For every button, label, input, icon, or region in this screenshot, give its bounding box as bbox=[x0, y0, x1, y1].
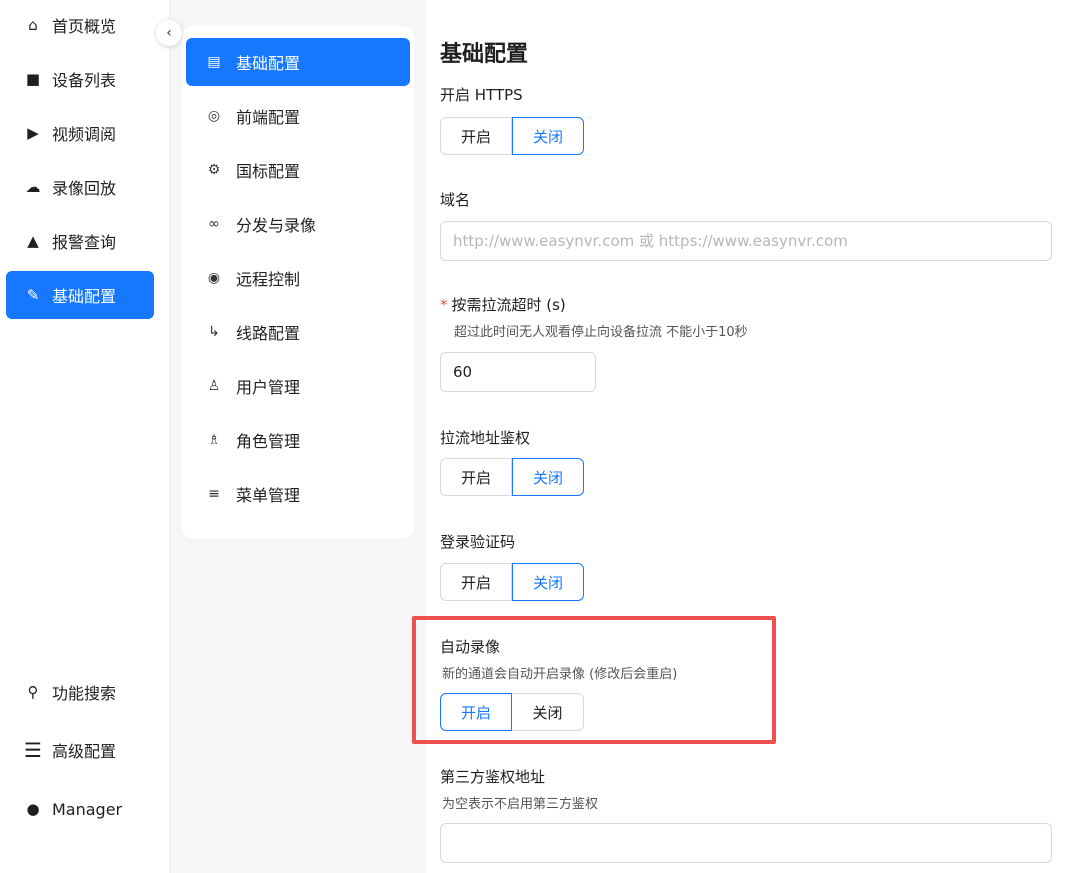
role-icon: ♗ bbox=[207, 432, 221, 448]
submenu-item-users[interactable]: ♙ 用户管理 bbox=[186, 362, 410, 410]
sidebar-item-devices[interactable]: ■ 设备列表 bbox=[6, 55, 154, 103]
auto-record-on-option[interactable]: 开启 bbox=[440, 693, 512, 731]
submenu-item-roles[interactable]: ♗ 角色管理 bbox=[186, 416, 410, 464]
sidebar-item-label: 报警查询 bbox=[52, 233, 117, 252]
timeout-description: 超过此时间无人观看停止向设备拉流 不能小于10秒 bbox=[454, 325, 748, 340]
users-icon: ♙ bbox=[207, 378, 221, 394]
submenu-item-basic[interactable]: ▤ 基础配置 bbox=[186, 38, 410, 86]
sidebar-item-video[interactable]: ▶ 视频调阅 bbox=[6, 109, 154, 157]
sidebar-item-basic-config[interactable]: ✎ 基础配置 bbox=[6, 271, 154, 319]
sidebar-item-label: Manager bbox=[52, 799, 123, 819]
submenu-item-label: 基础配置 bbox=[236, 54, 301, 73]
submenu-item-label: 用户管理 bbox=[236, 378, 301, 397]
document-icon: ▤ bbox=[207, 54, 221, 70]
pull-auth-label: 拉流地址鉴权 bbox=[440, 429, 531, 447]
sidebar-item-search[interactable]: ⚲ 功能搜索 bbox=[6, 668, 154, 716]
sidebar-item-user[interactable]: ● Manager bbox=[6, 785, 154, 833]
alarm-icon: ▲ bbox=[27, 232, 39, 250]
sidebar-item-label: 首页概览 bbox=[52, 17, 117, 36]
user-icon: ● bbox=[26, 800, 40, 818]
gear-icon: ⚙ bbox=[207, 162, 221, 178]
submenu-item-label: 前端配置 bbox=[236, 108, 301, 127]
third-auth-input[interactable] bbox=[440, 823, 1052, 863]
submenu-item-gb[interactable]: ⚙ 国标配置 bbox=[186, 146, 410, 194]
domain-input[interactable] bbox=[440, 221, 1052, 261]
share-icon: ∞ bbox=[208, 216, 220, 232]
sidebar-item-label: 高级配置 bbox=[52, 742, 117, 761]
config-submenu: ▤ 基础配置 ◎ 前端配置 ⚙ 国标配置 ∞ 分发与录像 ◉ 远程控制 ↳ 线路… bbox=[182, 26, 414, 538]
third-auth-description: 为空表示不启用第三方鉴权 bbox=[442, 797, 599, 812]
domain-label: 域名 bbox=[440, 191, 471, 209]
captcha-toggle: 开启 关闭 bbox=[440, 563, 584, 601]
submenu-item-route[interactable]: ↳ 线路配置 bbox=[186, 308, 410, 356]
sidebar-item-alarm[interactable]: ▲ 报警查询 bbox=[6, 217, 154, 265]
camera-icon: ■ bbox=[25, 70, 41, 88]
timeout-input[interactable] bbox=[440, 352, 596, 392]
auto-record-label: 自动录像 bbox=[440, 638, 501, 656]
edit-icon: ✎ bbox=[26, 286, 40, 304]
captcha-off-option[interactable]: 关闭 bbox=[512, 563, 584, 601]
submenu-item-label: 角色管理 bbox=[236, 432, 301, 451]
sidebar-item-advanced[interactable]: ☰ 高级配置 bbox=[6, 726, 154, 774]
search-icon: ⚲ bbox=[27, 683, 39, 701]
chevron-left-icon: ‹ bbox=[166, 25, 172, 41]
submenu-item-label: 分发与录像 bbox=[236, 216, 317, 235]
submenu-item-distribution[interactable]: ∞ 分发与录像 bbox=[186, 200, 410, 248]
list-icon: ≡ bbox=[208, 486, 220, 502]
page-title: 基础配置 bbox=[440, 42, 529, 67]
play-icon: ▶ bbox=[27, 124, 39, 142]
sidebar-item-label: 视频调阅 bbox=[52, 125, 117, 144]
pull-auth-off-option[interactable]: 关闭 bbox=[512, 458, 584, 496]
auto-record-off-option[interactable]: 关闭 bbox=[512, 693, 584, 731]
https-label: 开启 HTTPS bbox=[440, 86, 523, 104]
submenu-item-label: 线路配置 bbox=[236, 324, 301, 343]
submenu-item-label: 国标配置 bbox=[236, 162, 301, 181]
sidebar-item-label: 录像回放 bbox=[52, 179, 117, 198]
https-on-option[interactable]: 开启 bbox=[440, 117, 512, 155]
sidebar-item-playback[interactable]: ☁ 录像回放 bbox=[6, 163, 154, 211]
timeout-label-text: 按需拉流超时 (s) bbox=[451, 296, 566, 314]
remote-icon: ◉ bbox=[207, 270, 221, 286]
timeout-label: * 按需拉流超时 (s) bbox=[440, 294, 566, 315]
submenu-item-remote[interactable]: ◉ 远程控制 bbox=[186, 254, 410, 302]
third-auth-label: 第三方鉴权地址 bbox=[440, 768, 546, 786]
submenu-item-label: 菜单管理 bbox=[236, 486, 301, 505]
captcha-on-option[interactable]: 开启 bbox=[440, 563, 512, 601]
submenu-item-menus[interactable]: ≡ 菜单管理 bbox=[186, 470, 410, 518]
route-icon: ↳ bbox=[208, 324, 220, 340]
collapse-sidebar-button[interactable]: ‹ bbox=[156, 20, 182, 46]
required-mark: * bbox=[440, 296, 448, 314]
sidebar-item-label: 功能搜索 bbox=[52, 684, 117, 703]
chrome-icon: ◎ bbox=[207, 108, 221, 124]
pull-auth-toggle: 开启 关闭 bbox=[440, 458, 584, 496]
cloud-icon: ☁ bbox=[25, 178, 41, 196]
sidebar-item-label: 设备列表 bbox=[52, 71, 117, 90]
captcha-label: 登录验证码 bbox=[440, 533, 516, 551]
menu-icon: ☰ bbox=[24, 738, 42, 762]
auto-record-description: 新的通道会自动开启录像 (修改后会重启) bbox=[442, 667, 678, 682]
https-toggle: 开启 关闭 bbox=[440, 117, 584, 155]
submenu-item-frontend[interactable]: ◎ 前端配置 bbox=[186, 92, 410, 140]
auto-record-toggle: 开启 关闭 bbox=[440, 693, 584, 731]
sidebar-item-label: 基础配置 bbox=[52, 287, 117, 306]
main-sidebar: ⌂ 首页概览 ■ 设备列表 ▶ 视频调阅 ☁ 录像回放 ▲ 报警查询 ✎ 基础配… bbox=[0, 0, 170, 873]
sidebar-item-home[interactable]: ⌂ 首页概览 bbox=[6, 1, 154, 49]
submenu-item-label: 远程控制 bbox=[236, 270, 301, 289]
home-icon: ⌂ bbox=[28, 16, 38, 34]
https-off-option[interactable]: 关闭 bbox=[512, 117, 584, 155]
pull-auth-on-option[interactable]: 开启 bbox=[440, 458, 512, 496]
